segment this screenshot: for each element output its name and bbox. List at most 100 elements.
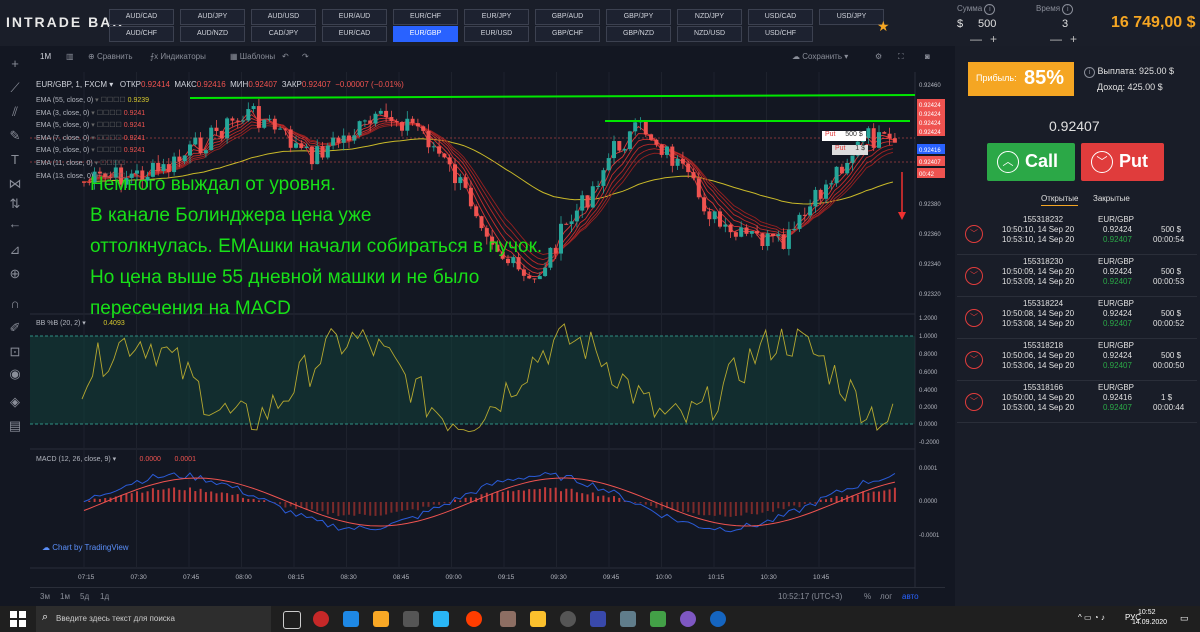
lock-drawing-icon[interactable]: ✐ <box>7 320 23 336</box>
range-5d[interactable]: 5д <box>80 592 89 601</box>
close-trade-icon[interactable]: ﹀ <box>965 225 983 243</box>
time-minus-button[interactable]: — <box>1050 32 1062 46</box>
call-button[interactable]: ︿ Call <box>987 143 1075 181</box>
task-view-icon[interactable] <box>283 611 301 629</box>
app-icon[interactable] <box>500 611 516 627</box>
brush-icon[interactable]: ✎ <box>7 128 23 144</box>
trade-row[interactable]: ﹀ 155318230 10:50:09, 14 Sep 20 10:53:09, 1… <box>957 255 1197 297</box>
camera-icon[interactable]: ◙ <box>925 52 930 61</box>
ema-controls-icon[interactable]: ▾ ☐☐☐☐ <box>89 135 123 142</box>
candle-type-icon[interactable]: ▥ <box>66 52 74 61</box>
info-icon[interactable]: i <box>1084 67 1095 78</box>
app-icon[interactable] <box>620 611 636 627</box>
pair-tab[interactable]: AUD/USD <box>251 9 316 25</box>
templates-button[interactable]: ▦ Шаблоны <box>230 52 275 61</box>
store-icon[interactable] <box>403 611 419 627</box>
amount-input[interactable]: 500 <box>978 18 996 30</box>
range-1m[interactable]: 1м <box>60 592 70 601</box>
pair-tab[interactable]: USD/CAD <box>748 9 813 25</box>
trendline-icon[interactable]: ⟋ <box>7 80 23 96</box>
undo-icon[interactable]: ↶ <box>282 52 289 61</box>
tray-icons[interactable]: ^ ▭ ◔ ♪ <box>1078 613 1105 622</box>
redo-icon[interactable]: ↷ <box>302 52 309 61</box>
save-button[interactable]: ☁ Сохранить ▾ <box>792 52 848 61</box>
app-icon[interactable] <box>590 611 606 627</box>
ema-controls-icon[interactable]: ▾ ☐☐☐☐ <box>89 147 123 154</box>
close-trade-icon[interactable]: ﹀ <box>965 393 983 411</box>
fullscreen-icon[interactable]: ⛶ <box>898 52 904 62</box>
pair-tab[interactable]: USD/CHF <box>748 26 813 42</box>
chart-area[interactable]: 0.92460 0.92424 0.92424 0.92424 0.92424 0.924… <box>30 72 945 606</box>
auto-button[interactable]: авто <box>902 592 919 601</box>
crosshair-icon[interactable]: + <box>7 56 23 72</box>
app-icon[interactable] <box>530 611 546 627</box>
pair-tab[interactable]: EUR/AUD <box>322 9 387 25</box>
amount-plus-button[interactable]: + <box>990 32 997 46</box>
put-button[interactable]: ﹀ Put <box>1081 143 1164 181</box>
trade-row[interactable]: ﹀ 155318218 10:50:06, 14 Sep 20 10:53:06, 1… <box>957 339 1197 381</box>
app-icon[interactable] <box>433 611 449 627</box>
symbol-label[interactable]: EUR/GBP, 1, FXCM <box>36 80 107 89</box>
pair-tab[interactable]: GBP/JPY <box>606 9 671 25</box>
pair-tab[interactable]: EUR/USD <box>464 26 529 42</box>
pair-tab[interactable]: EUR/CHF <box>393 9 458 25</box>
log-button[interactable]: лог <box>880 592 892 601</box>
pair-tab[interactable]: EUR/CAD <box>322 26 387 42</box>
search-box[interactable]: ⌕ Введите здесь текст для поиска <box>36 606 271 632</box>
trade-row[interactable]: ﹀ 155318224 10:50:08, 14 Sep 20 10:53:08, 1… <box>957 297 1197 339</box>
eye-icon[interactable]: ◉ <box>7 366 23 382</box>
app-icon[interactable] <box>710 611 726 627</box>
lock-icon[interactable]: ⊡ <box>7 344 23 360</box>
explorer-icon[interactable] <box>373 611 389 627</box>
pattern-icon[interactable]: ⋈ <box>7 176 23 192</box>
pair-tab[interactable]: NZD/USD <box>677 26 742 42</box>
close-trade-icon[interactable]: ﹀ <box>965 267 983 285</box>
close-trade-icon[interactable]: ﹀ <box>965 351 983 369</box>
time-plus-button[interactable]: + <box>1070 32 1077 46</box>
app-icon[interactable] <box>560 611 576 627</box>
pair-tab[interactable]: AUD/CHF <box>109 26 174 42</box>
range-1d[interactable]: 1д <box>100 592 109 601</box>
percent-button[interactable]: % <box>864 592 871 601</box>
viber-icon[interactable] <box>680 611 696 627</box>
trade-row[interactable]: ﹀ 155318232 10:50:10, 14 Sep 20 10:53:10, 1… <box>957 213 1197 255</box>
pair-tab[interactable]: USD/JPY <box>819 9 884 25</box>
back-icon[interactable]: ← <box>7 216 23 232</box>
amount-minus-button[interactable]: — <box>970 32 982 46</box>
star-icon[interactable]: ★ <box>877 18 890 35</box>
trade-marker[interactable]: Put 500 $ <box>822 131 866 141</box>
pair-tab[interactable]: CAD/JPY <box>251 26 316 42</box>
layers-icon[interactable]: ◈ <box>7 394 23 410</box>
range-3m[interactable]: 3м <box>40 592 50 601</box>
trade-marker[interactable]: Put 1 $ <box>832 145 868 155</box>
trash-icon[interactable]: ▤ <box>7 418 23 434</box>
close-trade-icon[interactable]: ﹀ <box>965 309 983 327</box>
edge-icon[interactable] <box>343 611 359 627</box>
pair-tab[interactable]: EUR/JPY <box>464 9 529 25</box>
windows-start-icon[interactable] <box>10 611 26 627</box>
pair-tab[interactable]: GBP/AUD <box>535 9 600 25</box>
interval-button[interactable]: 1M <box>40 52 51 61</box>
pair-tab[interactable]: AUD/NZD <box>180 26 245 42</box>
app-icon[interactable] <box>650 611 666 627</box>
pair-tab[interactable]: GBP/NZD <box>606 26 671 42</box>
yandex-icon[interactable] <box>466 611 482 627</box>
taskbar-date[interactable]: 14.09.2020 <box>1132 619 1167 626</box>
taskbar-time[interactable]: 10:52 <box>1138 609 1156 616</box>
time-input[interactable]: 3 <box>1062 18 1068 30</box>
pair-tab[interactable]: GBP/CHF <box>535 26 600 42</box>
ema-controls-icon[interactable]: ▾ ☐☐☐☐ <box>93 160 126 167</box>
magnet-icon[interactable]: ∩ <box>7 296 23 312</box>
trade-row[interactable]: ﹀ 155318166 10:50:00, 14 Sep 20 10:53:00, 1… <box>957 381 1197 423</box>
tab-open[interactable]: Открытые <box>1041 194 1079 206</box>
pair-tab[interactable]: NZD/JPY <box>677 9 742 25</box>
tab-closed[interactable]: Закрытые <box>1093 194 1130 203</box>
tradingview-credit[interactable]: ☁ Chart by TradingView <box>42 543 129 552</box>
pair-tab[interactable]: AUD/JPY <box>180 9 245 25</box>
notification-icon[interactable]: ▭ <box>1180 613 1189 624</box>
info-icon[interactable]: i <box>984 4 996 15</box>
ema-controls-icon[interactable]: ▾ ☐☐☐☐ <box>89 122 123 129</box>
pair-tab[interactable]: AUD/CAD <box>109 9 174 25</box>
fib-icon[interactable]: ⫽ <box>7 104 23 120</box>
settings-icon[interactable]: ⚙ <box>875 52 882 61</box>
